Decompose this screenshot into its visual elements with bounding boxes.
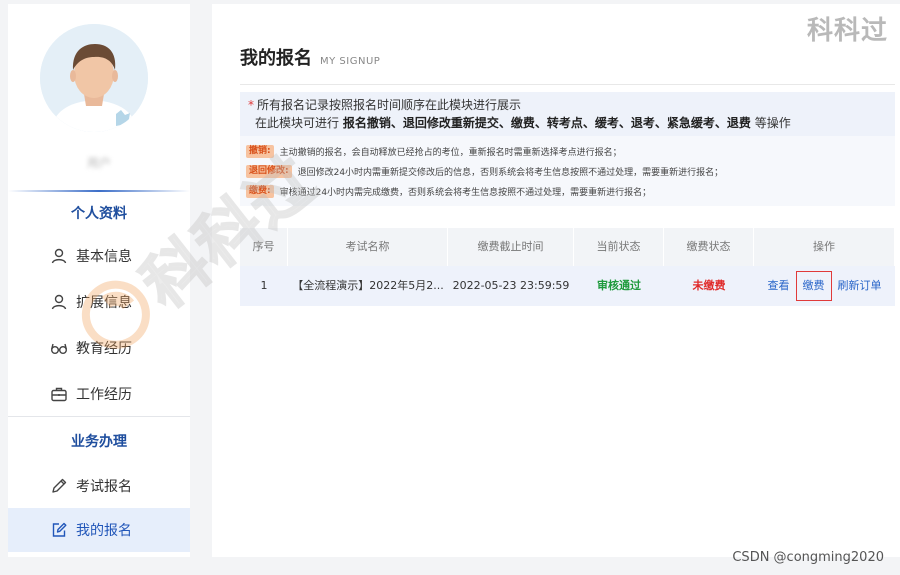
- column-header-exam-name: 考试名称: [288, 228, 448, 266]
- section-title-business: 业务办理: [71, 434, 127, 450]
- page-header: 我的报名 MY SIGNUP: [240, 44, 380, 70]
- rule-text: 退回修改24小时内需重新提交修改后的信息，否则系统会将考生信息按照不通过处理，需…: [297, 167, 724, 178]
- cell-index: 1: [260, 279, 268, 292]
- rule-tag: 缴费:: [246, 184, 274, 198]
- rule-item: 撤销: 主动撤销的报名，会自动释放已经抢占的考位，重新报名时需重新选择考点进行报…: [246, 144, 622, 158]
- page-title: 我的报名: [240, 48, 312, 69]
- edit-icon: [50, 521, 68, 539]
- refresh-order-link[interactable]: 刷新订单: [838, 277, 882, 295]
- sidebar-item-my-signup[interactable]: 我的报名: [8, 508, 190, 552]
- sidebar-item-label: 教育经历: [76, 341, 132, 357]
- rule-item: 缴费: 审核通过24小时内需完成缴费，否则系统会将考生信息按照不通过处理，需要重…: [246, 184, 651, 198]
- notice-summary: * 所有报名记录按照报名时间顺序在此模块进行展示: [248, 98, 522, 112]
- user-icon: [50, 293, 68, 311]
- page-subtitle: MY SIGNUP: [320, 56, 381, 67]
- pay-link[interactable]: 缴费: [795, 271, 832, 301]
- section-divider: [8, 190, 190, 192]
- column-header-pay-status: 缴费状态: [664, 228, 754, 266]
- sidebar-item-work[interactable]: 工作经历: [8, 372, 190, 416]
- column-header-status: 当前状态: [574, 228, 664, 266]
- header-divider: [240, 84, 895, 85]
- rule-text: 主动撤销的报名，会自动释放已经抢占的考位，重新报名时需重新选择考点进行报名；: [279, 147, 622, 158]
- rule-tag: 退回修改:: [246, 164, 292, 178]
- sidebar-item-education[interactable]: 教育经历: [8, 326, 190, 370]
- sidebar: 用户 个人资料 基本信息 扩展信息 教育经历 工作经历 业务办理 考试报名 我的…: [8, 4, 190, 557]
- notice-rules: 撤销: 主动撤销的报名，会自动释放已经抢占的考位，重新报名时需重新选择考点进行报…: [240, 136, 895, 206]
- sidebar-item-label: 工作经历: [76, 387, 132, 403]
- brand-logo-text: 科科过: [806, 16, 888, 46]
- rule-tag: 撤销:: [246, 144, 274, 158]
- section-title-personal: 个人资料: [71, 206, 127, 222]
- notice-operations: 在此模块可进行 报名撤销、退回修改重新提交、缴费、转考点、缓考、退考、紧急缓考、…: [255, 116, 791, 130]
- sidebar-item-label: 扩展信息: [76, 295, 132, 311]
- app-root: 用户 个人资料 基本信息 扩展信息 教育经历 工作经历 业务办理 考试报名 我的…: [0, 0, 900, 575]
- section-divider: [8, 416, 190, 417]
- cell-exam-name: 【全流程演示】2022年5月2...: [292, 279, 444, 292]
- sidebar-item-exam-signup[interactable]: 考试报名: [8, 464, 190, 508]
- sidebar-item-basic-info[interactable]: 基本信息: [8, 234, 190, 278]
- view-link[interactable]: 查看: [768, 277, 790, 295]
- table-header: 序号 考试名称 缴费截止时间 当前状态 缴费状态 操作: [240, 228, 895, 266]
- notice-operations-list: 报名撤销、退回修改重新提交、缴费、转考点、缓考、退考、紧急缓考、退费: [342, 116, 751, 130]
- avatar-image: [40, 24, 148, 132]
- main-panel: 科科过 我的报名 MY SIGNUP * 所有报名记录按照报名时间顺序在此模块进行…: [212, 4, 900, 557]
- sidebar-item-extended-info[interactable]: 扩展信息: [8, 280, 190, 324]
- status-badge: 审核通过: [597, 279, 641, 292]
- avatar: [40, 24, 148, 132]
- source-credit: CSDN @congming2020: [732, 550, 884, 565]
- glasses-icon: [50, 339, 68, 357]
- column-header-actions: 操作: [754, 228, 895, 266]
- notice-panel: * 所有报名记录按照报名时间顺序在此模块进行展示 在此模块可进行 报名撤销、退回修…: [240, 92, 895, 206]
- required-star: *: [248, 98, 254, 112]
- pay-status-badge: 未缴费: [692, 279, 726, 292]
- sidebar-item-label: 我的报名: [76, 523, 132, 539]
- rule-text: 审核通过24小时内需完成缴费，否则系统会将考生信息按照不通过处理，需要重新进行报…: [279, 187, 652, 198]
- user-icon: [50, 247, 68, 265]
- row-actions: 查看 缴费 刷新订单: [754, 266, 895, 306]
- cell-deadline: 2022-05-23 23:59:59: [452, 279, 570, 292]
- table-row: 1 【全流程演示】2022年5月2... 2022-05-23 23:59:59…: [240, 266, 895, 306]
- briefcase-icon: [50, 385, 68, 403]
- pencil-icon: [50, 477, 68, 495]
- user-name: 用户: [86, 156, 111, 170]
- sidebar-item-label: 考试报名: [76, 479, 132, 495]
- column-header-index: 序号: [240, 228, 288, 266]
- column-header-deadline: 缴费截止时间: [448, 228, 574, 266]
- sidebar-item-label: 基本信息: [76, 249, 132, 265]
- rule-item: 退回修改: 退回修改24小时内需重新提交修改后的信息，否则系统会将考生信息按照不…: [246, 164, 723, 178]
